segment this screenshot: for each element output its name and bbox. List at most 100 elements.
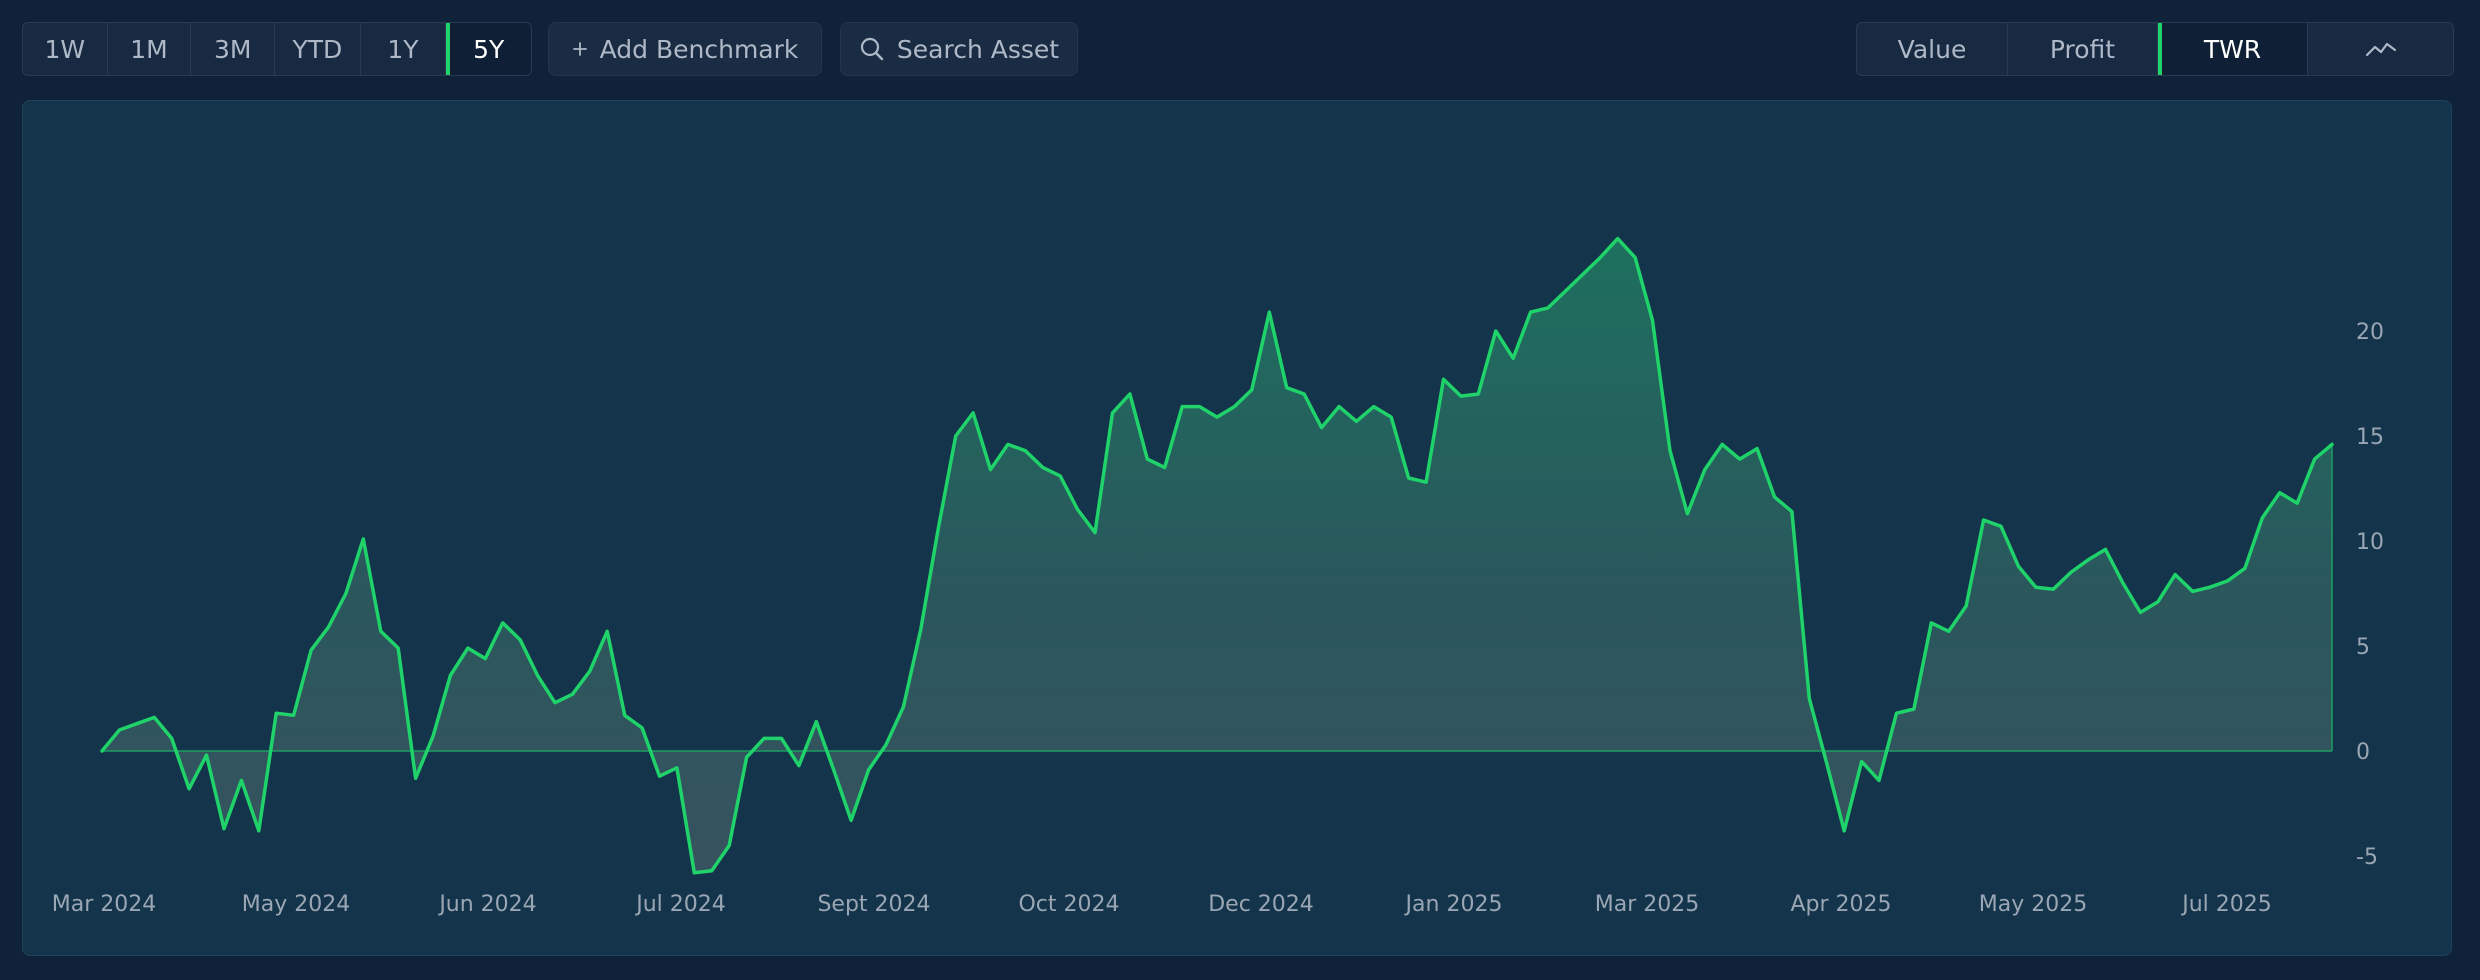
toolbar: 1W 1M 3M YTD 1Y 5Y Add Benchmark Search Asset… — [22, 22, 2454, 76]
data-point — [815, 720, 818, 723]
data-point — [1982, 518, 1985, 522]
data-point — [292, 714, 295, 717]
data-point — [1372, 405, 1376, 408]
data-point — [710, 869, 713, 872]
data-point — [1215, 415, 1219, 419]
range-3m[interactable]: 3M — [190, 23, 274, 75]
range-5y[interactable]: 5Y — [445, 23, 531, 75]
data-point — [2243, 567, 2247, 570]
range-1y[interactable]: 1Y — [359, 23, 446, 75]
x-tick-label: Mar 2025 — [1595, 892, 1700, 917]
x-tick-label: Jun 2024 — [437, 892, 536, 917]
range-1w[interactable]: 1W — [23, 23, 107, 75]
range-ytd[interactable]: YTD — [274, 23, 360, 75]
metric-twr[interactable]: TWR — [2157, 23, 2307, 75]
data-point — [1895, 712, 1898, 715]
data-point — [275, 712, 278, 715]
data-point — [1494, 329, 1498, 333]
search-asset-button[interactable]: Search Asset — [840, 22, 1078, 76]
data-point — [2313, 457, 2316, 461]
data-point — [780, 737, 783, 740]
data-point — [919, 628, 922, 631]
data-point — [2156, 600, 2159, 604]
data-point — [2086, 558, 2090, 562]
data-point — [571, 693, 574, 696]
x-tick-label: Sept 2024 — [817, 892, 930, 917]
data-point — [484, 657, 487, 660]
data-point — [1424, 481, 1428, 484]
data-point — [1668, 449, 1672, 452]
data-point — [1912, 707, 1916, 711]
data-point — [1721, 443, 1724, 446]
data-point — [2017, 565, 2020, 568]
data-point — [100, 749, 104, 753]
data-point — [1599, 256, 1602, 259]
x-tick-label: Dec 2024 — [1208, 892, 1314, 917]
data-point — [1355, 420, 1358, 423]
data-point — [2226, 579, 2229, 583]
data-point — [1616, 237, 1619, 240]
y-tick-label: 0 — [2356, 740, 2370, 765]
chart-type-toggle[interactable] — [2307, 23, 2453, 75]
data-point — [1651, 319, 1654, 322]
time-range-selector: 1W 1M 3M YTD 1Y 5Y — [22, 22, 532, 76]
data-point — [1163, 466, 1166, 469]
data-point — [379, 630, 382, 633]
data-point — [1111, 411, 1114, 415]
data-point — [1808, 697, 1811, 700]
data-point — [118, 728, 121, 732]
data-point — [693, 871, 696, 874]
data-point — [971, 411, 975, 415]
data-point — [1877, 779, 1881, 782]
data-point — [1198, 405, 1201, 408]
data-point — [640, 726, 644, 730]
data-point — [1146, 457, 1149, 461]
y-tick-label: 15 — [2356, 425, 2384, 450]
data-point — [1947, 630, 1950, 633]
data-point — [2278, 491, 2281, 494]
x-tick-label: Jul 2025 — [2180, 892, 2272, 917]
data-point — [466, 646, 470, 650]
data-point — [1250, 388, 1254, 391]
add-benchmark-label: Add Benchmark — [599, 34, 799, 64]
data-point — [1006, 443, 1010, 446]
data-point — [2034, 586, 2038, 589]
data-point — [1999, 525, 2003, 528]
data-point — [1930, 621, 1933, 625]
data-point — [675, 766, 679, 769]
data-point — [1738, 457, 1741, 461]
metric-selector: Value Profit TWR — [1856, 22, 2454, 76]
data-point — [501, 621, 504, 625]
data-point — [2174, 573, 2177, 576]
data-point — [1755, 447, 1759, 450]
line-chart-icon — [2365, 42, 2396, 57]
data-point — [937, 527, 940, 530]
x-tick-label: May 2025 — [1979, 892, 2087, 917]
data-point — [2261, 516, 2264, 520]
metric-profit[interactable]: Profit — [2007, 23, 2157, 75]
data-point — [1686, 512, 1689, 515]
data-point — [1390, 415, 1393, 419]
data-point — [1529, 310, 1532, 314]
data-point — [1633, 256, 1637, 259]
data-point — [397, 646, 400, 650]
data-point — [658, 775, 661, 778]
range-1m[interactable]: 1M — [106, 23, 191, 75]
data-point — [536, 674, 539, 677]
data-point — [170, 737, 173, 740]
data-point — [222, 827, 226, 830]
add-benchmark-button[interactable]: Add Benchmark — [548, 22, 822, 76]
search-icon — [860, 37, 884, 61]
data-point — [1407, 476, 1410, 480]
data-point — [1843, 829, 1846, 832]
x-tick-label: Apr 2025 — [1790, 892, 1891, 917]
x-tick-label: Jul 2024 — [634, 892, 726, 917]
data-point — [832, 768, 835, 772]
data-point — [1964, 604, 1968, 608]
data-point — [989, 468, 992, 471]
metric-value[interactable]: Value — [1857, 23, 2007, 75]
data-point — [1546, 306, 1550, 310]
data-point — [1285, 386, 1288, 389]
data-point — [1564, 289, 1567, 293]
data-point — [1268, 310, 1271, 314]
